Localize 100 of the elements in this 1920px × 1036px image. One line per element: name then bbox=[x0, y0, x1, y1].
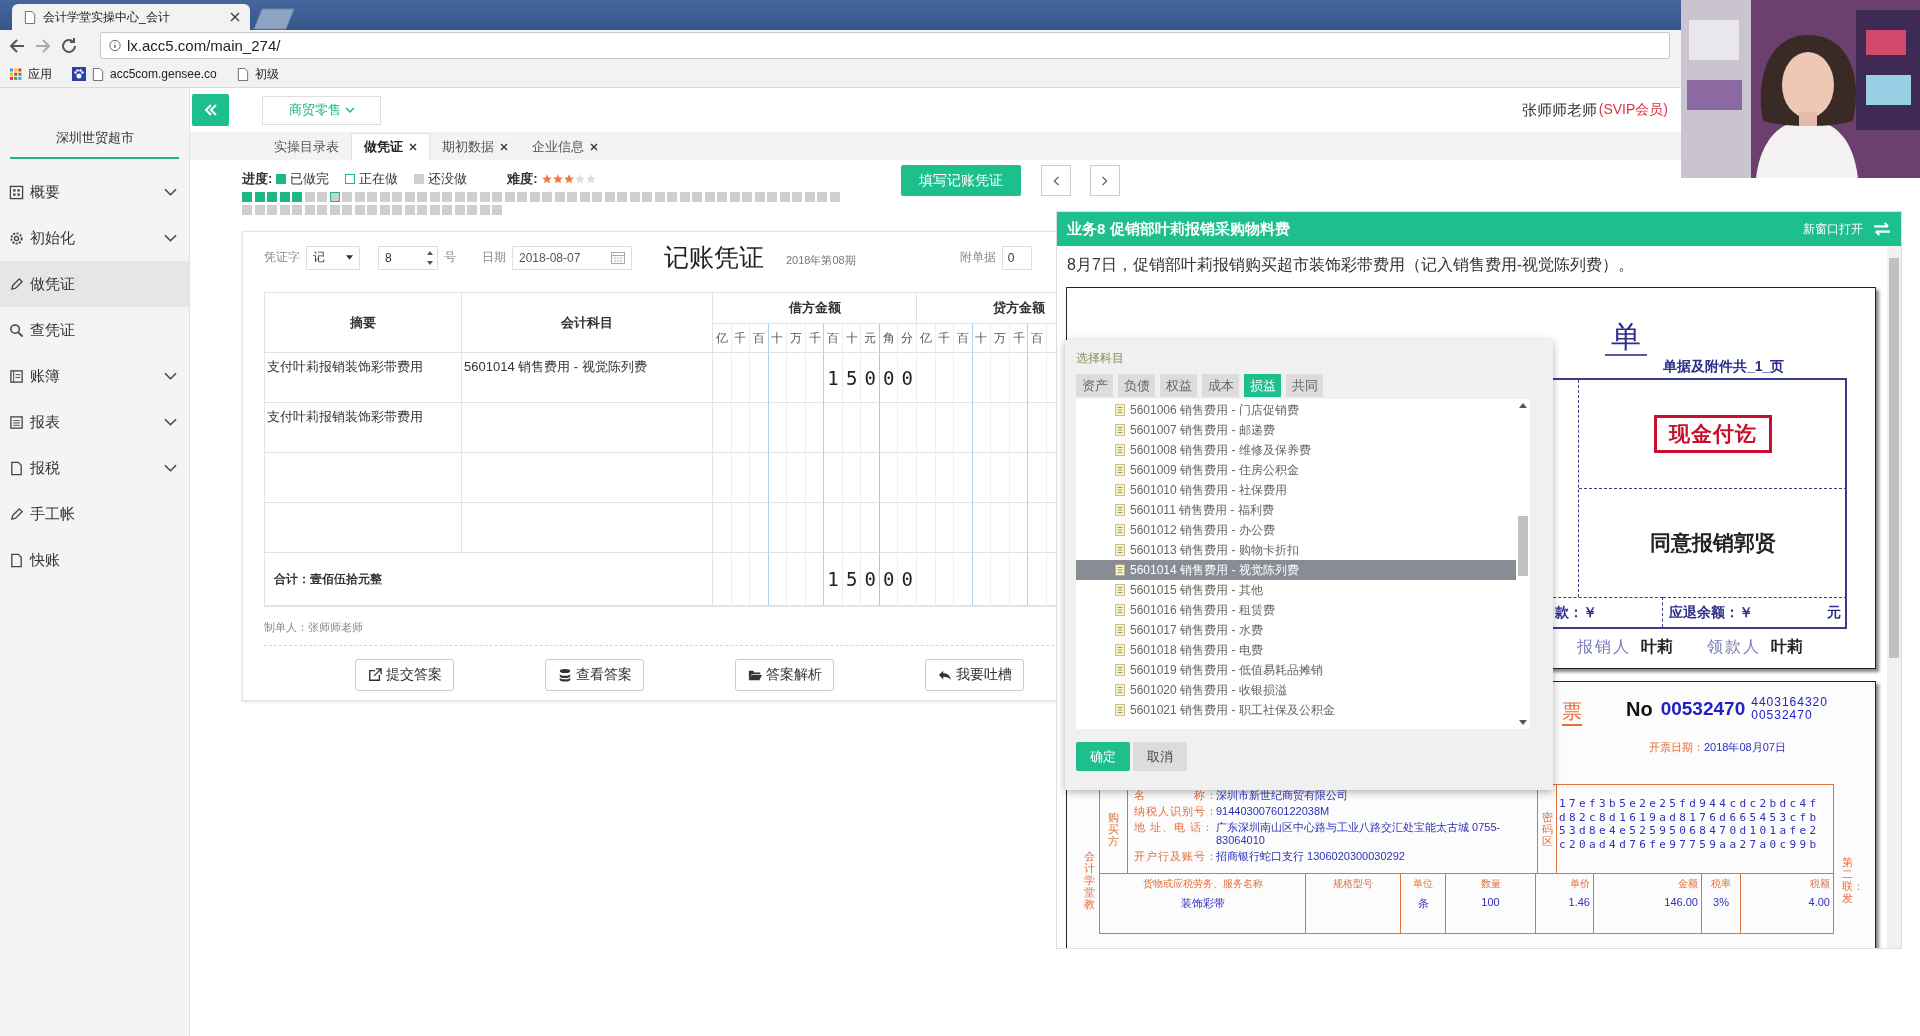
amount-cell[interactable] bbox=[861, 453, 880, 503]
account-item[interactable]: 5601012 销售费用 - 办公费 bbox=[1076, 520, 1516, 540]
summary-cell[interactable]: 支付叶莉报销装饰彩带费用 bbox=[265, 353, 462, 403]
task-square[interactable] bbox=[492, 204, 502, 215]
action-button[interactable]: 提交答案 bbox=[355, 659, 454, 691]
category-tab[interactable]: 负债 bbox=[1118, 374, 1155, 397]
back-icon[interactable] bbox=[8, 36, 26, 55]
action-button[interactable]: 答案解析 bbox=[735, 659, 834, 691]
task-square[interactable] bbox=[704, 192, 715, 202]
amount-cell[interactable] bbox=[750, 453, 769, 503]
new-tab-button[interactable] bbox=[252, 8, 296, 30]
task-square[interactable] bbox=[479, 192, 490, 202]
task-square[interactable] bbox=[679, 192, 690, 202]
account-item[interactable]: 5601018 销售费用 - 电费 bbox=[1076, 640, 1516, 660]
task-square[interactable] bbox=[442, 204, 452, 215]
task-square[interactable] bbox=[329, 192, 340, 202]
paw-icon[interactable] bbox=[72, 67, 86, 81]
sidebar-item[interactable]: 快账 bbox=[0, 537, 189, 583]
summary-cell[interactable]: 支付叶莉报销装饰彩带费用 bbox=[265, 403, 462, 453]
address-field[interactable]: lx.acc5.com/main_274/ bbox=[100, 32, 1670, 59]
close-icon[interactable] bbox=[590, 143, 598, 151]
amount-cell[interactable] bbox=[954, 503, 973, 553]
amount-cell[interactable]: 0 bbox=[861, 353, 880, 403]
task-square[interactable] bbox=[354, 204, 365, 215]
task-square[interactable] bbox=[729, 192, 740, 202]
task-square[interactable] bbox=[417, 204, 427, 215]
amount-cell[interactable] bbox=[1009, 503, 1029, 553]
account-cell[interactable] bbox=[462, 403, 713, 453]
task-square[interactable] bbox=[629, 192, 640, 202]
summary-cell[interactable] bbox=[265, 453, 462, 503]
sidebar-item[interactable]: 报表 bbox=[0, 399, 189, 445]
category-tab[interactable]: 共同 bbox=[1286, 374, 1323, 397]
dialog-button[interactable]: 取消 bbox=[1133, 742, 1187, 771]
scroll-up-icon[interactable] bbox=[1519, 403, 1527, 408]
amount-cell[interactable] bbox=[805, 353, 825, 403]
scroll-thumb[interactable] bbox=[1518, 516, 1528, 576]
task-square[interactable] bbox=[579, 192, 590, 202]
collapse-button[interactable] bbox=[192, 94, 229, 126]
next-button[interactable] bbox=[1090, 165, 1120, 196]
account-item[interactable]: 5601007 销售费用 - 邮递费 bbox=[1076, 420, 1516, 440]
sidebar-item[interactable]: 概要 bbox=[0, 169, 189, 215]
amount-cell[interactable]: 0 bbox=[898, 353, 917, 403]
sidebar-item[interactable]: 账簿 bbox=[0, 353, 189, 399]
task-square[interactable] bbox=[279, 204, 290, 215]
amount-cell[interactable] bbox=[805, 403, 825, 453]
task-square[interactable] bbox=[329, 204, 340, 215]
amount-cell[interactable]: 0 bbox=[879, 353, 899, 403]
task-square[interactable] bbox=[267, 204, 277, 215]
task-square[interactable] bbox=[304, 204, 315, 215]
tab[interactable]: 企业信息 bbox=[520, 134, 610, 160]
amount-cell[interactable] bbox=[861, 403, 880, 453]
close-icon[interactable] bbox=[409, 143, 417, 151]
account-item[interactable]: 5601020 销售费用 - 收银损溢 bbox=[1076, 680, 1516, 700]
action-button[interactable]: 我要吐槽 bbox=[925, 659, 1024, 691]
swap-icon[interactable] bbox=[1873, 222, 1891, 236]
task-square[interactable] bbox=[367, 204, 377, 215]
task-square[interactable] bbox=[379, 204, 390, 215]
task-square[interactable] bbox=[479, 204, 490, 215]
account-item[interactable]: 5601010 销售费用 - 社保费用 bbox=[1076, 480, 1516, 500]
account-cell[interactable] bbox=[462, 503, 713, 553]
task-square[interactable] bbox=[342, 204, 352, 215]
task-square[interactable] bbox=[254, 204, 265, 215]
amount-cell[interactable] bbox=[750, 353, 769, 403]
task-square[interactable] bbox=[554, 192, 565, 202]
task-square[interactable] bbox=[604, 192, 615, 202]
task-square[interactable] bbox=[429, 204, 440, 215]
sidebar-item[interactable]: 初始化 bbox=[0, 215, 189, 261]
account-item[interactable]: 5601011 销售费用 - 福利费 bbox=[1076, 500, 1516, 520]
task-square[interactable] bbox=[429, 192, 440, 202]
account-item[interactable]: 5601021 销售费用 - 职工社保及公积金 bbox=[1076, 700, 1516, 720]
task-square[interactable] bbox=[754, 192, 765, 202]
task-square[interactable] bbox=[404, 192, 415, 202]
attachments-field[interactable]: 0 bbox=[1001, 245, 1032, 270]
task-square[interactable] bbox=[529, 192, 540, 202]
category-tab[interactable]: 成本 bbox=[1202, 374, 1239, 397]
task-square[interactable] bbox=[317, 204, 327, 215]
reload-icon[interactable] bbox=[60, 36, 78, 55]
task-square[interactable] bbox=[254, 192, 265, 202]
scroll-down-icon[interactable] bbox=[1519, 720, 1527, 725]
account-item[interactable]: 5601008 销售费用 - 维修及保养费 bbox=[1076, 440, 1516, 460]
bookmark[interactable]: 应用 bbox=[28, 65, 52, 83]
account-item[interactable]: 5601009 销售费用 - 住房公积金 bbox=[1076, 460, 1516, 480]
previous-button[interactable] bbox=[1041, 165, 1071, 196]
close-icon[interactable] bbox=[230, 12, 240, 22]
account-cell[interactable] bbox=[462, 453, 713, 503]
tab[interactable]: 做凭证 bbox=[351, 133, 430, 160]
task-square[interactable] bbox=[804, 192, 815, 202]
amount-cell[interactable] bbox=[954, 453, 973, 503]
task-square[interactable] bbox=[454, 192, 465, 202]
account-item[interactable]: 5601006 销售费用 - 门店促销费 bbox=[1076, 400, 1516, 420]
task-square[interactable] bbox=[304, 192, 315, 202]
task-square[interactable] bbox=[379, 192, 390, 202]
account-item[interactable]: 5601019 销售费用 - 低值易耗品摊销 bbox=[1076, 660, 1516, 680]
forward-icon[interactable] bbox=[34, 36, 52, 55]
task-square[interactable] bbox=[404, 204, 415, 215]
category-tab[interactable]: 资产 bbox=[1076, 374, 1113, 397]
account-item[interactable]: 5601017 销售费用 - 水费 bbox=[1076, 620, 1516, 640]
account-item[interactable]: 5601015 销售费用 - 其他 bbox=[1076, 580, 1516, 600]
amount-cell[interactable] bbox=[1009, 403, 1029, 453]
task-square[interactable] bbox=[392, 204, 402, 215]
